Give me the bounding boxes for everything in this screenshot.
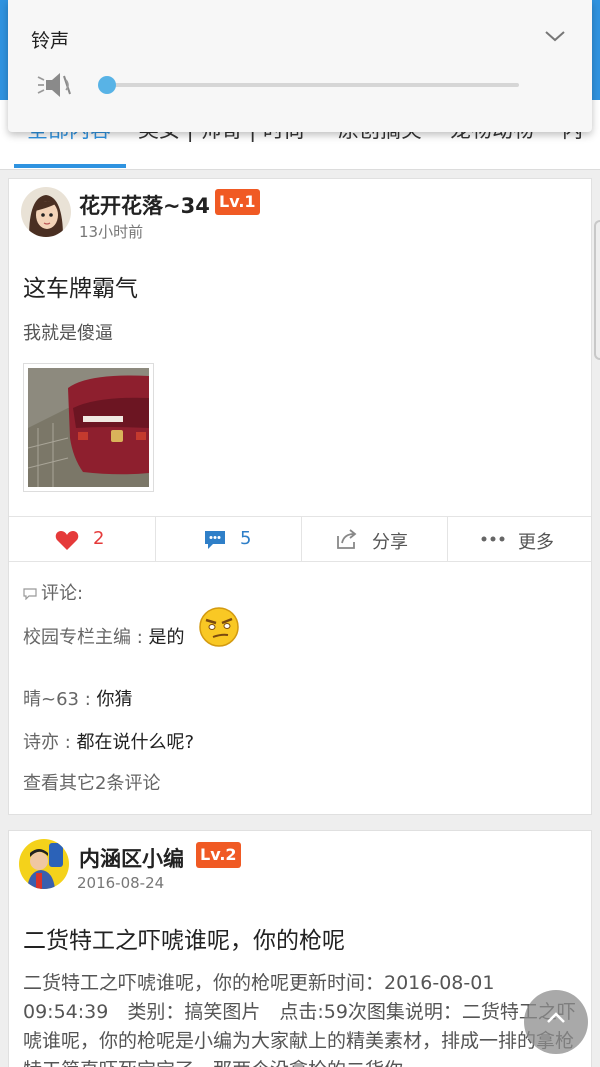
view-more-comments-link[interactable]: 查看其它2条评论 (23, 769, 160, 795)
username[interactable]: 内涵区小编 (79, 843, 184, 873)
more-label: 更多 (518, 532, 554, 553)
comment-user[interactable]: 晴~63 : (23, 689, 97, 710)
post-time: 13小时前 (79, 223, 144, 241)
comment-item: 诗亦 : 都在说什么呢? (23, 728, 194, 754)
volume-panel-title: 铃声 (31, 30, 70, 52)
volume-slider-track[interactable] (106, 83, 519, 87)
comment-text: 你猜 (96, 689, 133, 710)
post-time: 2016-08-24 (77, 874, 165, 892)
more-dots-icon (481, 536, 505, 542)
user-avatar[interactable] (19, 839, 69, 889)
username[interactable]: 花开花落~34 (79, 190, 210, 220)
comment-text: 是的 (148, 627, 185, 648)
comment-item: 晴~63 : 你猜 (23, 685, 133, 711)
comment-text: 都在说什么呢? (76, 732, 195, 753)
arrow-icon (547, 1012, 565, 1023)
heart-icon (55, 531, 79, 550)
like-count: 2 (93, 528, 105, 549)
share-icon (337, 529, 357, 549)
comment-user[interactable]: 校园专栏主编 : (23, 627, 149, 648)
comment-user[interactable]: 诗亦 : (23, 732, 77, 753)
post-subtitle: 我就是傻逼 (23, 323, 113, 344)
post-card[interactable]: 内涵区小编 Lv.2 2016-08-24 二货特工之吓唬谁呢，你的枪呢 二货特… (8, 830, 592, 1067)
like-button[interactable]: 2 (9, 517, 155, 561)
post-title[interactable]: 二货特工之吓唬谁呢，你的枪呢 (23, 921, 345, 955)
comments-label: 评论: (41, 583, 84, 604)
share-label: 分享 (372, 532, 408, 553)
active-tab-indicator (14, 164, 126, 168)
comment-small-icon (23, 588, 37, 601)
post-body: 二货特工之吓唬谁呢，你的枪呢更新时间：2016-08-01 09:54:39 类… (23, 972, 576, 1067)
level-badge: Lv.2 (196, 842, 241, 868)
comments-header: 评论: (23, 579, 83, 605)
share-button[interactable]: 分享 (301, 517, 447, 561)
more-button[interactable]: 更多 (447, 517, 593, 561)
smirk-emoji-icon (199, 607, 239, 647)
comment-item: 校园专栏主编 : 是的 (23, 607, 239, 649)
post-card[interactable]: 花开花落~34 Lv.1 13小时前 这车牌霸气 我就是傻逼 2 5 分享 更多… (8, 178, 592, 815)
comment-bubble-icon (205, 531, 225, 549)
post-action-bar: 2 5 分享 更多 (9, 516, 591, 562)
user-avatar[interactable] (21, 187, 71, 237)
comment-button[interactable]: 5 (155, 517, 301, 561)
volume-slider-thumb[interactable] (98, 76, 116, 94)
volume-panel: 铃声 (8, 0, 592, 132)
post-image[interactable] (23, 363, 154, 492)
scroll-top-button[interactable] (524, 990, 588, 1054)
edge-panel-handle[interactable] (594, 220, 600, 360)
level-badge: Lv.1 (215, 189, 260, 215)
speaker-mute-icon[interactable] (36, 70, 74, 100)
chevron-down-icon[interactable] (543, 24, 567, 48)
post-title[interactable]: 这车牌霸气 (23, 269, 138, 303)
comment-count: 5 (240, 528, 252, 549)
